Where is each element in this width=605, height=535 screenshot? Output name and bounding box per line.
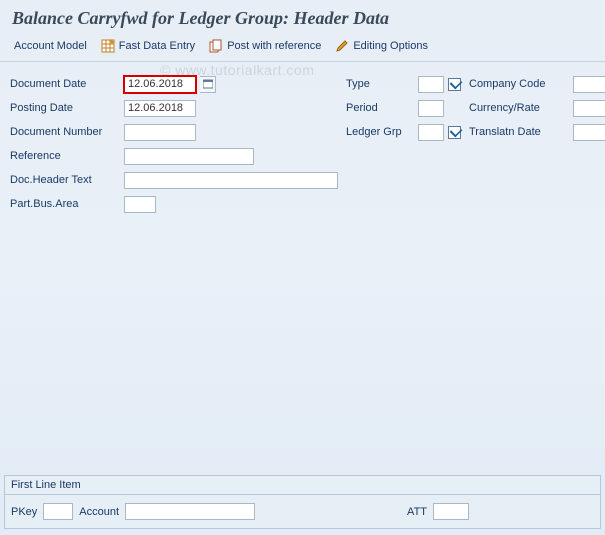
posting-date-label: Posting Date: [10, 102, 120, 114]
period-label: Period: [346, 102, 414, 114]
first-line-item-section: First Line Item PKey Account ATT: [4, 475, 601, 529]
type-input[interactable]: [418, 76, 444, 93]
date-picker-button[interactable]: [200, 76, 216, 93]
editing-options-label: Editing Options: [353, 40, 428, 52]
ledger-grp-input[interactable]: [418, 124, 444, 141]
translatn-date-input[interactable]: [573, 124, 605, 141]
currency-rate-label: Currency/Rate: [469, 102, 569, 114]
account-input[interactable]: [125, 503, 255, 520]
form-area: Document Date Posting Date Document Numb…: [0, 62, 605, 222]
doc-header-text-label: Doc.Header Text: [10, 174, 120, 186]
posting-date-input[interactable]: [124, 100, 196, 117]
document-number-label: Document Number: [10, 126, 120, 138]
page-title: Balance Carryfwd for Ledger Group: Heade…: [0, 0, 605, 33]
copy-document-icon: [209, 39, 223, 53]
account-model-button[interactable]: Account Model: [14, 40, 87, 52]
company-code-input[interactable]: [573, 76, 605, 93]
calendar-icon: [203, 79, 213, 89]
pkey-input[interactable]: [43, 503, 73, 520]
type-label: Type: [346, 78, 414, 90]
currency-input[interactable]: [573, 100, 605, 117]
part-bus-area-input[interactable]: [124, 196, 156, 213]
type-required-checkbox[interactable]: [448, 78, 461, 91]
document-date-label: Document Date: [10, 78, 120, 90]
fast-data-entry-button[interactable]: Fast Data Entry: [101, 39, 195, 53]
document-number-input[interactable]: [124, 124, 196, 141]
ledger-grp-label: Ledger Grp: [346, 126, 414, 138]
company-code-label: Company Code: [469, 78, 569, 90]
period-input[interactable]: [418, 100, 444, 117]
account-model-label: Account Model: [14, 40, 87, 52]
ledger-grp-required-checkbox[interactable]: [448, 126, 461, 139]
account-label: Account: [79, 506, 119, 518]
spreadsheet-icon: [101, 39, 115, 53]
document-date-input[interactable]: [124, 76, 196, 93]
editing-options-button[interactable]: Editing Options: [335, 39, 428, 53]
reference-label: Reference: [10, 150, 120, 162]
fast-data-entry-label: Fast Data Entry: [119, 40, 195, 52]
post-with-reference-button[interactable]: Post with reference: [209, 39, 321, 53]
reference-input[interactable]: [124, 148, 254, 165]
part-bus-area-label: Part.Bus.Area: [10, 198, 120, 210]
pkey-label: PKey: [11, 506, 37, 518]
first-line-item-title: First Line Item: [5, 476, 600, 495]
translatn-date-label: Translatn Date: [469, 126, 569, 138]
toolbar: Account Model Fast Data Entry Post with …: [0, 33, 605, 62]
post-with-reference-label: Post with reference: [227, 40, 321, 52]
pencil-icon: [335, 39, 349, 53]
doc-header-text-input[interactable]: [124, 172, 338, 189]
att-input[interactable]: [433, 503, 469, 520]
att-label: ATT: [407, 506, 427, 518]
